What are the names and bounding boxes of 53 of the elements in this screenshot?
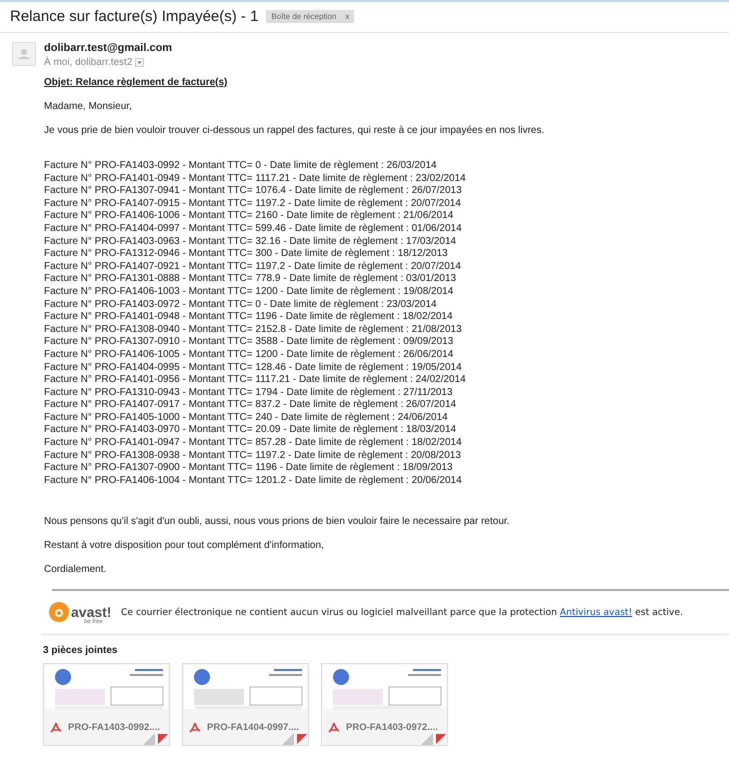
attachment-name: PRO-FA1404-0997....: [207, 722, 299, 734]
invoice-line: Facture N° PRO-FA1403-0970 - Montant TTC= 20.09 - Date limite de règlement : 18/03/2014: [44, 424, 458, 438]
invoice-line: Facture N° PRO-FA1401-0948 - Montant TTC= 1196 - Date limite de règlement : 18/02/2014: [44, 311, 454, 324]
invoice-line: Facture N° PRO-FA1301-0888 - Montant TTC= 778.9 - Date limite de règlement : 03/01/2013: [44, 273, 458, 286]
attachment-name: PRO-FA1403-0992....: [68, 722, 160, 734]
invoice-line: Facture N° PRO-FA1308-0938 - Montant TTC= 1197.2 - Date limite de règlement : 20/08/2013: [44, 450, 462, 462]
invoice-line: Facture N° PRO-FA1403-0963 - Montant TTC= 32.16 - Date limite de règlement : 17/03/2014: [44, 236, 458, 248]
avatar-icon: [12, 42, 36, 66]
attachment-name: PRO-FA1403-0972....: [346, 722, 438, 734]
invoice-line: Facture N° PRO-FA1310-0943 - Montant TTC= 1794 - Date limite de règlement : 27/11/2013: [44, 386, 454, 400]
invoice-line: Facture N° PRO-FA1403-0972 - Montant TTC= 0 - Date limite de règlement : 23/03/2014: [44, 298, 438, 312]
attachments-title: 3 pièces jointes: [43, 645, 118, 656]
page-corner-icon: [143, 731, 169, 746]
recipients: À moi, dolibarr.test2: [44, 57, 132, 68]
invoice-line: Facture N° PRO-FA1406-1005 - Montant TTC= 1200 - Date limite de règlement : 26/06/2014: [44, 348, 454, 362]
invoice-line: Facture N° PRO-FA1401-0947 - Montant TTC= 857.28 - Date limite de règlement : 18/02/2014: [44, 437, 463, 450]
attachment-card[interactable]: PRO-FA1403-0972....: [321, 663, 448, 746]
invoice-line: Facture N° PRO-FA1308-0940 - Montant TTC= 2152.8 - Date limite de règlement : 21/08/2013: [44, 324, 463, 336]
page-corner-icon: [282, 731, 308, 746]
invoice-line: Facture N° PRO-FA1405-1000 - Montant TTC= 240 - Date limite de règlement : 24/06/2014: [44, 412, 449, 424]
attachment-card[interactable]: PRO-FA1404-0997....: [182, 663, 309, 746]
attachment-card[interactable]: PRO-FA1403-0992....: [43, 663, 170, 746]
pdf-icon: [189, 722, 201, 734]
closing-text: Cordialement.: [44, 564, 108, 576]
invoice-line: Facture N° PRO-FA1307-0900 - Montant TTC= 1196 - Date limite de règlement : 18/09/2013: [44, 462, 454, 475]
email-subject: Relance sur facture(s) Impayée(s) - 1: [10, 8, 258, 25]
invoice-line: Facture N° PRO-FA1406-1003 - Montant TTC= 1200 - Date limite de règlement : 19/08/2014: [44, 286, 454, 299]
subject-line: Objet: Relance règlement de facture(s): [44, 76, 228, 89]
dropdown-icon[interactable]: [135, 58, 144, 67]
invoice-line: Facture N° PRO-FA1403-0992 - Montant TTC= 0 - Date limite de règlement : 26/03/2014: [44, 160, 438, 173]
invoice-line: Facture N° PRO-FA1404-0997 - Montant TTC= 599.46 - Date limite de règlement : 01/06/2014: [44, 222, 463, 236]
sender-address: dolibarr.test@gmail.com: [44, 42, 172, 55]
invoice-line: Facture N° PRO-FA1406-1004 - Montant TTC= 1201.2 - Date limite de règlement : 20/06/2014: [44, 474, 463, 488]
page-corner-icon: [421, 731, 447, 746]
invoice-line: Facture N° PRO-FA1401-0949 - Montant TTC= 1117.21 - Date limite de règlement : 23/02/2014: [44, 172, 467, 186]
pdf-icon: [50, 722, 62, 734]
inbox-label[interactable]: Boîte de réception x: [266, 10, 354, 23]
invoice-line: Facture N° PRO-FA1407-0915 - Montant TTC= 1197.2 - Date limite de règlement : 20/07/2014: [44, 198, 462, 210]
intro-text: Je vous prie de bien vouloir trouver ci-dessous un rappel des factures, qui reste à ce jour impayées en nos livres.: [44, 125, 546, 137]
invoice-line: Facture N° PRO-FA1307-0910 - Montant TTC= 3588 - Date limite de règlement : 09/09/2013: [44, 336, 454, 349]
invoice-line: Facture N° PRO-FA1312-0946 - Montant TTC= 300 - Date limite de règlement : 18/12/2013: [44, 248, 449, 261]
greeting: Madame, Monsieur,: [44, 101, 133, 113]
invoice-line: Facture N° PRO-FA1406-1006 - Montant TTC= 2160 - Date limite de règlement : 21/06/2014: [44, 210, 454, 223]
closing-text: Nous pensons qu'il s'agit d'un oubli, aussi, nous vous prions de bien vouloir faire le necessaire par retour.: [44, 516, 510, 528]
invoice-line: Facture N° PRO-FA1307-0941 - Montant TTC= 1076.4 - Date limite de règlement : 26/07/2013: [44, 185, 463, 198]
invoice-line: Facture N° PRO-FA1407-0917 - Montant TTC= 837.2 - Date limite de règlement : 26/07/2014: [44, 399, 458, 412]
closing-text: Restant à votre disposition pour tout complément d'information,: [44, 540, 325, 552]
pdf-icon: [328, 722, 340, 734]
antivirus-link[interactable]: Antivirus avast!: [560, 606, 632, 618]
antivirus-notice: Ce courrier électronique ne contient aucun virus ou logiciel malveillant parce que la protection Antivirus avast! est active.: [121, 606, 683, 618]
invoice-line: Facture N° PRO-FA1407-0921 - Montant TTC= 1197.2 - Date limite de règlement : 20/07/2014: [44, 260, 462, 274]
invoice-line: Facture N° PRO-FA1401-0956 - Montant TTC= 1117.21 - Date limite de règlement : 24/02/2014: [44, 374, 467, 387]
invoice-line: Facture N° PRO-FA1404-0995 - Montant TTC= 128.46 - Date limite de règlement : 19/05/2014: [44, 362, 463, 374]
